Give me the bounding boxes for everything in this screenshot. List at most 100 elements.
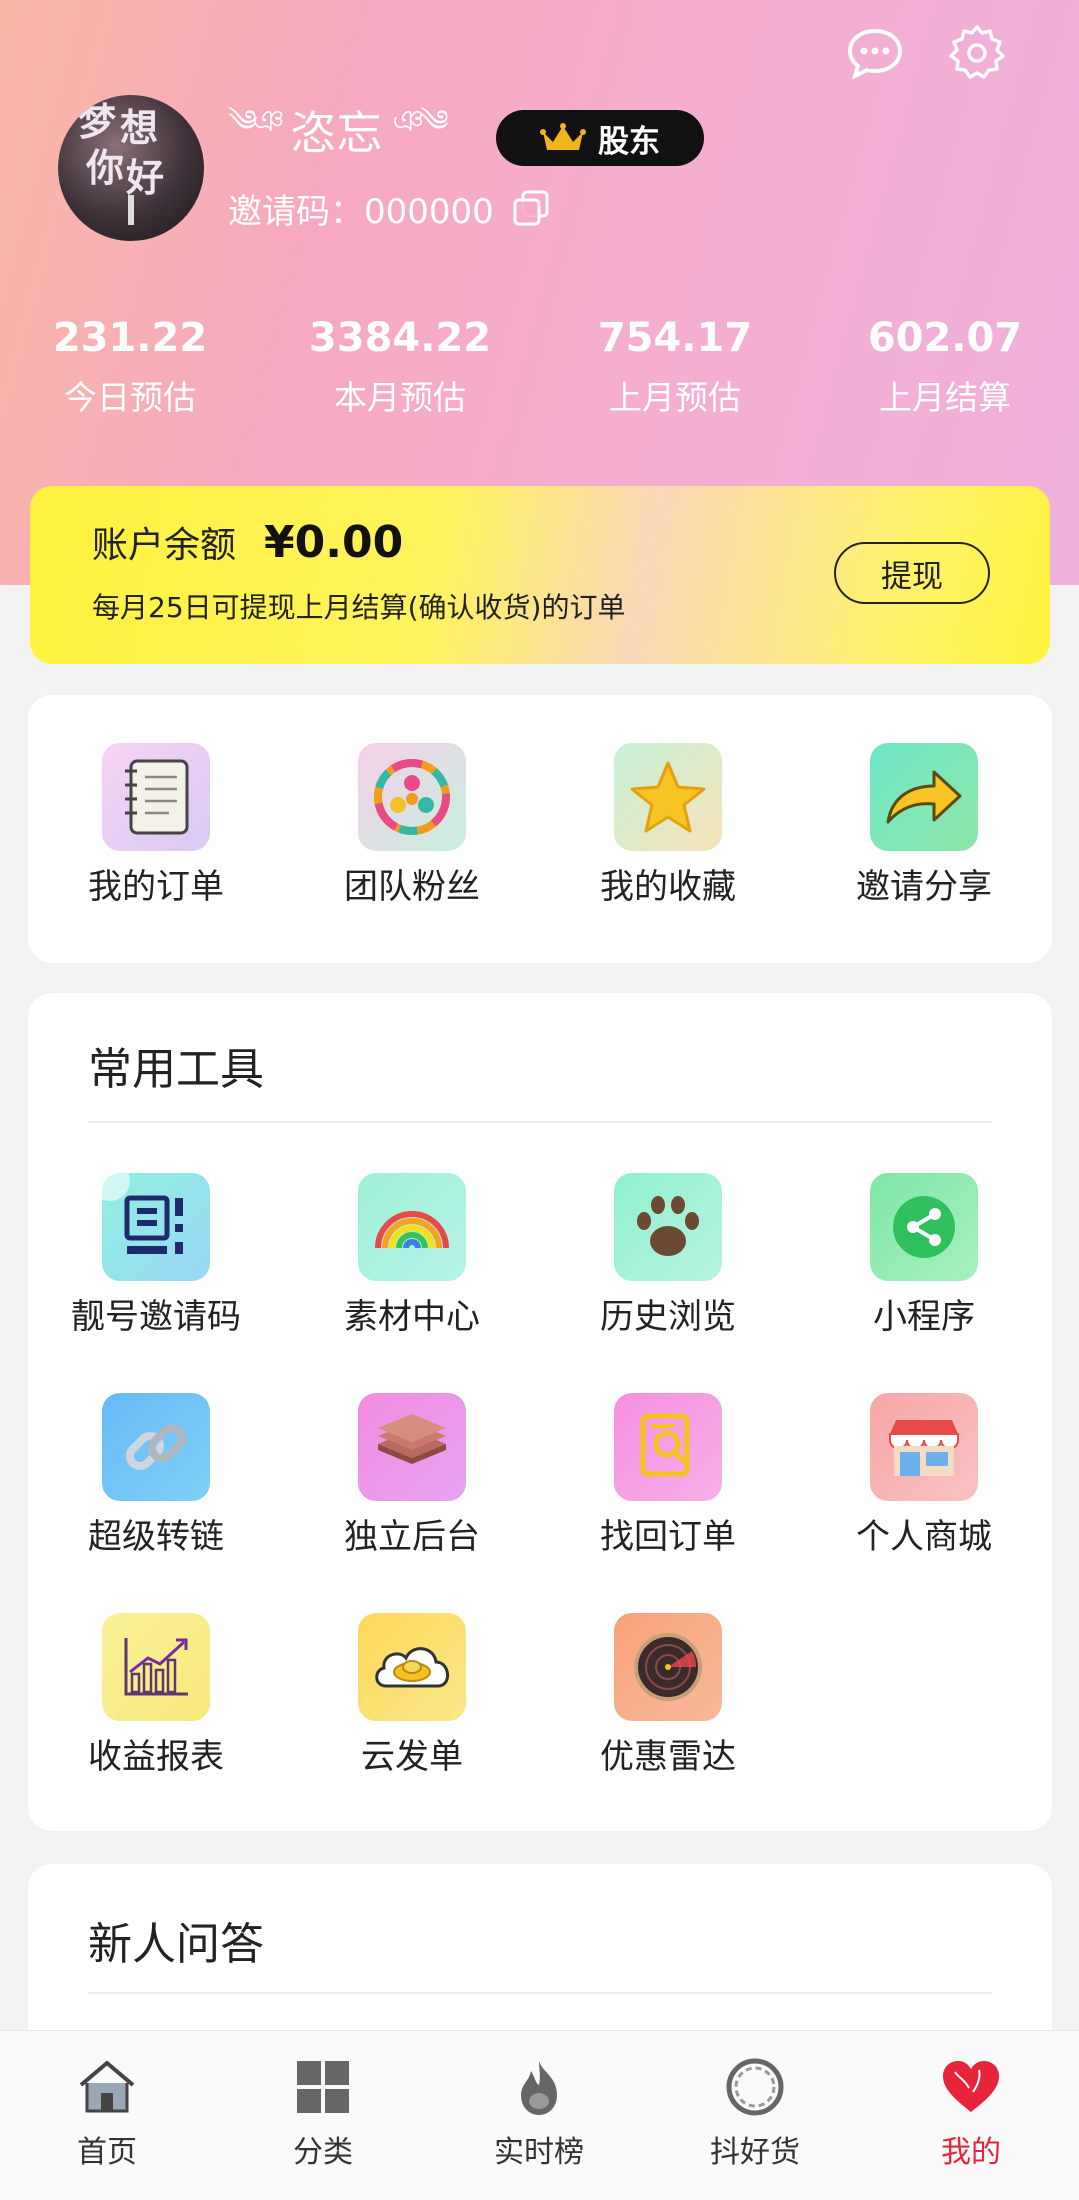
tab-mine[interactable]: 我的 [881,2055,1061,2171]
store-icon [870,1393,978,1501]
invite-code-row: 邀请码：000000 [228,180,550,236]
avatar-text: 好 [126,155,165,200]
ring-icon [723,2055,787,2119]
balance-note: 每月25日可提现上月结算(确认收货)的订单 [92,591,626,624]
stat-this-month[interactable]: 3384.22 本月预估 [280,310,520,420]
balance-title-row: 账户余额 ¥0.00 [92,516,403,572]
tool-label: 收益报表 [88,1737,224,1777]
avatar-text: 梦 [78,99,117,144]
tab-label: 分类 [293,2135,353,2170]
tool-label: 个人商城 [856,1517,992,1557]
tab-label: 抖好货 [710,2135,800,2170]
tab-category[interactable]: 分类 [233,2055,413,2171]
tool-history[interactable]: 历史浏览 [540,1173,796,1341]
balance-amount: ¥0.00 [264,517,404,568]
bottom-tab-bar: 首页 分类 实时榜 抖好货 我的 [0,2030,1079,2200]
balance-card: 账户余额 ¥0.00 每月25日可提现上月结算(确认收货)的订单 提现 [30,486,1050,664]
share-arrow-icon [870,743,978,851]
quick-actions-card: 我的订单 团队粉丝 我的收藏 邀请分享 [28,695,1052,963]
rainbow-icon [358,1173,466,1281]
withdraw-button[interactable]: 提现 [834,542,990,604]
stat-today[interactable]: 231.22 今日预估 [10,310,250,420]
tab-label: 我的 [941,2135,1001,2170]
radar-icon [614,1613,722,1721]
tool-label: 历史浏览 [600,1297,736,1337]
tool-label: 小程序 [873,1297,975,1337]
tool-label: 找回订单 [600,1517,736,1557]
tab-label: 首页 [77,2135,137,2170]
tool-label: 靓号邀请码 [71,1297,241,1337]
faq-title: 新人问答 [88,1919,264,1970]
stat-last-month-estimate[interactable]: 754.17 上月预估 [555,310,795,420]
star-icon [614,743,722,851]
tool-mini-program[interactable]: 小程序 [796,1173,1052,1341]
stat-value: 3384.22 [308,315,492,361]
username-row: ༄ঞ 恣忘 ঞ༄ [228,100,449,160]
divider [88,1992,992,1994]
ornament-icon: ঞ༄ [392,104,448,139]
shareholder-badge[interactable]: 股东 [496,110,704,166]
stat-value: 602.07 [867,315,1023,361]
quick-action-favorites[interactable]: 我的收藏 [540,743,796,911]
earnings-stats: 231.22 今日预估 3384.22 本月预估 754.17 上月预估 602… [0,310,1079,430]
ornament-icon: ༄ঞ [228,104,284,139]
invite-code: 邀请码：000000 [228,191,494,232]
avatar[interactable]: 梦 想 你 好 [58,95,204,241]
tools-title: 常用工具 [88,1044,264,1095]
tool-independent-backend[interactable]: 独立后台 [284,1393,540,1561]
tool-cloud-posting[interactable]: 云发单 [284,1613,540,1781]
tab-label: 实时榜 [494,2135,584,2170]
notebook-icon [102,743,210,851]
tool-vanity-invite-code[interactable]: 靓号邀请码 [28,1173,284,1341]
quick-action-label: 邀请分享 [856,867,992,907]
tool-personal-mall[interactable]: 个人商城 [796,1393,1052,1561]
team-icon [358,743,466,851]
quick-action-label: 我的收藏 [600,867,736,907]
stat-label: 上月结算 [879,378,1011,417]
stat-label: 上月预估 [609,378,741,417]
gear-icon[interactable] [946,22,1008,84]
qrcode-icon [102,1173,210,1281]
quick-action-orders[interactable]: 我的订单 [28,743,284,911]
tool-earnings-report[interactable]: 收益报表 [28,1613,284,1781]
copy-icon[interactable] [512,189,550,227]
paw-icon [614,1173,722,1281]
tools-card: 常用工具 靓号邀请码 素材中心 历史浏览 小程序 超级转链 独立后台 找回订单 … [28,993,1052,1831]
tool-discount-radar[interactable]: 优惠雷达 [540,1613,796,1781]
avatar-text: 想 [120,105,159,150]
tool-material-center[interactable]: 素材中心 [284,1173,540,1341]
quick-action-team[interactable]: 团队粉丝 [284,743,540,911]
fire-icon [507,2055,571,2119]
stat-last-month-settled[interactable]: 602.07 上月结算 [825,310,1065,420]
tab-realtime-rank[interactable]: 实时榜 [449,2055,629,2171]
tool-label: 素材中心 [344,1297,480,1337]
share-icon [870,1173,978,1281]
home-icon [75,2055,139,2119]
tab-douhaohuo[interactable]: 抖好货 [665,2055,845,2171]
tool-label: 云发单 [361,1737,463,1777]
tool-label: 独立后台 [344,1517,480,1557]
badge-label: 股东 [598,123,660,160]
category-icon [291,2055,355,2119]
heart-icon [939,2055,1003,2119]
stat-value: 231.22 [52,315,208,361]
quick-action-label: 团队粉丝 [344,867,480,907]
stat-label: 今日预估 [64,378,196,417]
chat-icon[interactable] [844,22,906,84]
tool-super-link[interactable]: 超级转链 [28,1393,284,1561]
crown-icon [540,123,586,150]
tool-label: 超级转链 [88,1517,224,1557]
link-icon [102,1393,210,1501]
tool-recover-order[interactable]: 找回订单 [540,1393,796,1561]
divider [88,1121,992,1123]
cloud-ingot-icon [358,1613,466,1721]
tab-home[interactable]: 首页 [17,2055,197,2171]
chart-icon [102,1613,210,1721]
username: 恣忘 [290,106,383,160]
balance-label: 账户余额 [92,525,237,566]
avatar-text: 你 [86,145,125,190]
stat-label: 本月预估 [334,378,466,417]
layers-icon [358,1393,466,1501]
quick-action-invite-share[interactable]: 邀请分享 [796,743,1052,911]
avatar-figure [128,195,134,225]
